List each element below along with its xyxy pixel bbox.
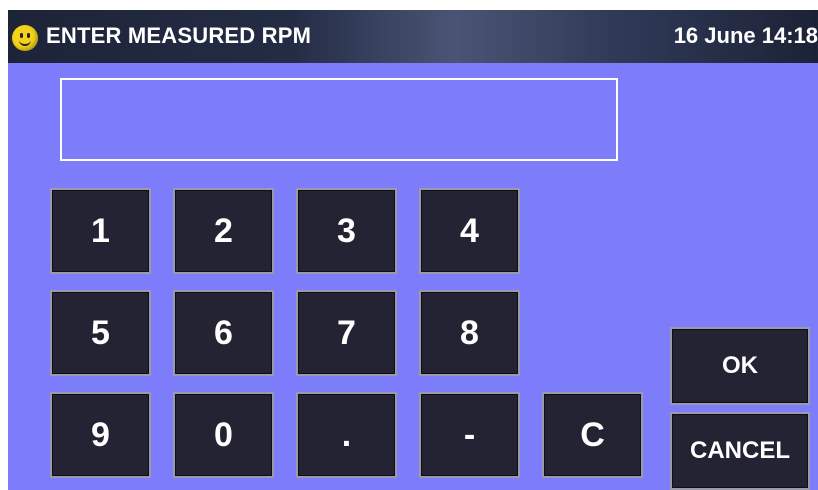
title-bar: ENTER MEASURED RPM 16 June 14:18 xyxy=(8,10,818,63)
key-6[interactable]: 6 xyxy=(173,290,274,376)
key-0[interactable]: 0 xyxy=(173,392,274,478)
key-minus[interactable]: - xyxy=(419,392,520,478)
smiley-face-icon xyxy=(12,25,38,51)
key-decimal-point[interactable]: . xyxy=(296,392,397,478)
ok-button[interactable]: OK xyxy=(670,327,810,405)
key-3[interactable]: 3 xyxy=(296,188,397,274)
key-7[interactable]: 7 xyxy=(296,290,397,376)
key-5[interactable]: 5 xyxy=(50,290,151,376)
rpm-value-display[interactable] xyxy=(60,78,618,161)
cancel-button[interactable]: CANCEL xyxy=(670,412,810,490)
key-2[interactable]: 2 xyxy=(173,188,274,274)
key-9[interactable]: 9 xyxy=(50,392,151,478)
date-time: 16 June 14:18 xyxy=(673,23,818,48)
page-title: ENTER MEASURED RPM xyxy=(46,23,312,48)
key-8[interactable]: 8 xyxy=(419,290,520,376)
rpm-entry-screen: ENTER MEASURED RPM 16 June 14:18 1 2 3 4… xyxy=(8,10,818,490)
smiley-mouth xyxy=(19,37,31,46)
key-1[interactable]: 1 xyxy=(50,188,151,274)
clear-button[interactable]: C xyxy=(542,392,643,478)
key-4[interactable]: 4 xyxy=(419,188,520,274)
